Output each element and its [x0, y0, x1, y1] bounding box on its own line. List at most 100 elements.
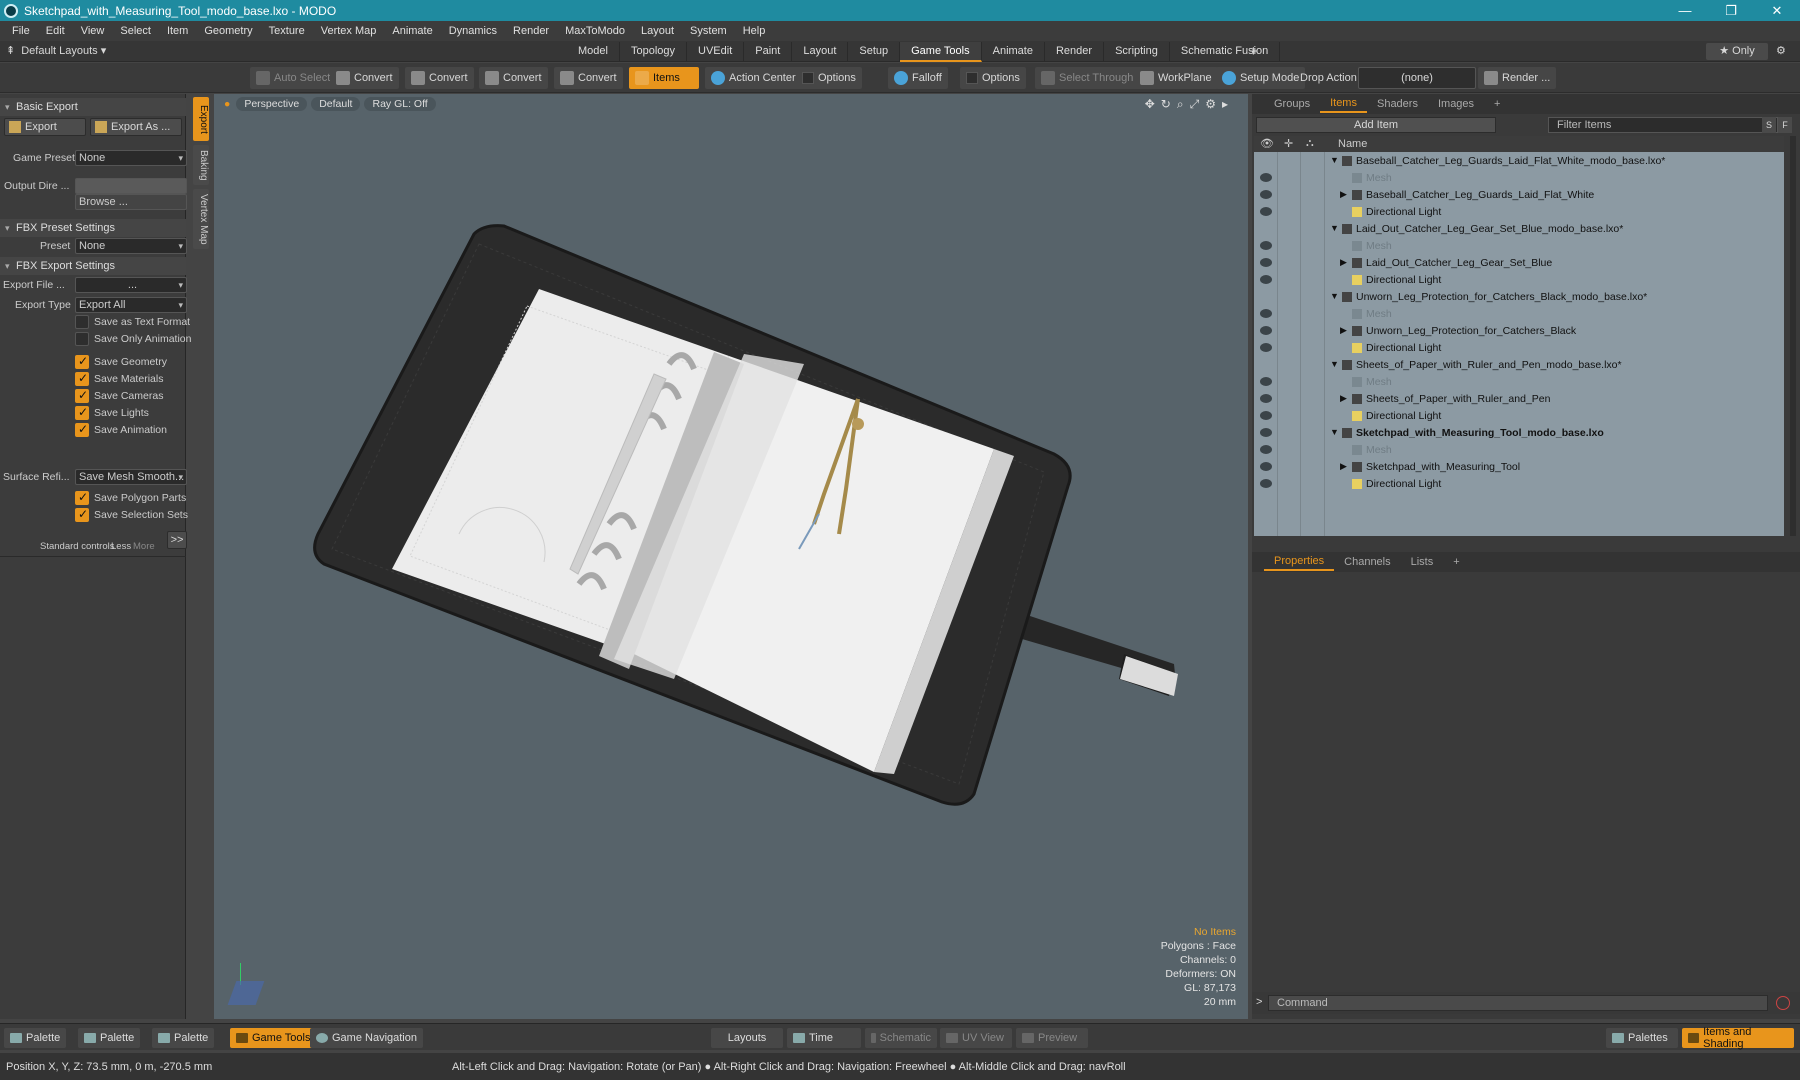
- menu-animate[interactable]: Animate: [384, 25, 440, 37]
- select-through-button[interactable]: Select Through: [1035, 67, 1140, 89]
- menu-edit[interactable]: Edit: [38, 25, 73, 37]
- menu-help[interactable]: Help: [735, 25, 774, 37]
- auto-select-button[interactable]: Auto Select: [250, 67, 337, 89]
- tree-row[interactable]: ▼ Unworn_Leg_Protection_for_Catchers_Blac…: [1254, 289, 1784, 306]
- time-button[interactable]: Time: [787, 1028, 861, 1048]
- palettes-button[interactable]: Palettes: [1606, 1028, 1678, 1048]
- tab-shaders[interactable]: Shaders: [1367, 96, 1428, 112]
- tree-row[interactable]: ▶ Laid_Out_Catcher_Leg_Gear_Set_Blue: [1254, 255, 1784, 272]
- tree-row[interactable]: Directional Light: [1254, 272, 1784, 289]
- tab-model[interactable]: Model: [567, 42, 620, 62]
- tab-images[interactable]: Images: [1428, 96, 1484, 112]
- tab-baking[interactable]: Baking: [193, 145, 209, 185]
- checkbox-save-animation[interactable]: [75, 422, 89, 437]
- visibility-eye-icon[interactable]: [1260, 241, 1272, 250]
- preset-dropdown[interactable]: None: [75, 238, 187, 254]
- tree-row[interactable]: ▼ Sheets_of_Paper_with_Ruler_and_Pen_modo…: [1254, 357, 1784, 374]
- filter-s-button[interactable]: S: [1762, 117, 1776, 133]
- visibility-eye-icon[interactable]: [1260, 326, 1272, 335]
- tab-groups[interactable]: Groups: [1264, 96, 1320, 112]
- visibility-eye-icon[interactable]: [1260, 173, 1272, 182]
- browse-button[interactable]: Browse ...: [75, 194, 187, 210]
- preview-button[interactable]: Preview: [1016, 1028, 1088, 1048]
- tab-schematic-fusion[interactable]: Schematic Fusion: [1170, 42, 1281, 62]
- expand-button[interactable]: >>: [167, 531, 187, 549]
- more-link[interactable]: More: [133, 541, 155, 552]
- convert-vertices-button[interactable]: Convert: [330, 67, 399, 89]
- visibility-eye-icon[interactable]: [1260, 377, 1272, 386]
- surface-refinement-dropdown[interactable]: Save Mesh Smooth...: [75, 469, 187, 485]
- close-button[interactable]: ✕: [1754, 0, 1800, 21]
- convert-items-button[interactable]: Convert: [554, 67, 623, 89]
- command-input[interactable]: Command: [1268, 995, 1768, 1011]
- visibility-eye-icon[interactable]: [1260, 309, 1272, 318]
- visibility-eye-icon[interactable]: [1260, 258, 1272, 267]
- tree-row[interactable]: Directional Light: [1254, 204, 1784, 221]
- tree-row[interactable]: ▶ Unworn_Leg_Protection_for_Catchers_Blac…: [1254, 323, 1784, 340]
- checkbox-save-only-animation[interactable]: [75, 332, 89, 346]
- tab-uvedit[interactable]: UVEdit: [687, 42, 745, 62]
- menu-texture[interactable]: Texture: [261, 25, 313, 37]
- minimize-button[interactable]: —: [1662, 0, 1708, 21]
- tab-channels[interactable]: Channels: [1334, 554, 1400, 570]
- game-tools-button[interactable]: Game Tools: [230, 1028, 317, 1048]
- tab-game-tools[interactable]: Game Tools: [900, 42, 982, 62]
- menu-vertex-map[interactable]: Vertex Map: [313, 25, 385, 37]
- checkbox-save-polygon-parts[interactable]: [75, 490, 89, 505]
- visibility-eye-icon[interactable]: [1260, 411, 1272, 420]
- tree-row[interactable]: Mesh: [1254, 238, 1784, 255]
- add-tab-button[interactable]: +: [1484, 96, 1510, 112]
- expand-arrow-icon[interactable]: ▶: [1340, 461, 1347, 472]
- expand-arrow-icon[interactable]: ▶: [1340, 257, 1347, 268]
- tab-properties[interactable]: Properties: [1264, 553, 1335, 571]
- item-tree-scrollbar[interactable]: [1790, 136, 1796, 536]
- checkbox-save-materials[interactable]: [75, 371, 89, 386]
- collapse-arrow-icon[interactable]: ▼: [1330, 223, 1339, 233]
- tree-row[interactable]: ▶ Baseball_Catcher_Leg_Guards_Laid_Flat_W…: [1254, 187, 1784, 204]
- collapse-arrow-icon[interactable]: ▼: [1330, 427, 1339, 437]
- uv-view-button[interactable]: UV View: [940, 1028, 1012, 1048]
- convert-edges-button[interactable]: Convert: [405, 67, 474, 89]
- expand-arrow-icon[interactable]: ▶: [1340, 393, 1347, 404]
- tree-row[interactable]: ▼ Sketchpad_with_Measuring_Tool_modo_base…: [1254, 425, 1784, 442]
- falloff-button[interactable]: Falloff: [888, 67, 948, 89]
- type-column-icon[interactable]: ⛬: [1306, 137, 1314, 150]
- action-center-options-button[interactable]: Options: [796, 67, 862, 89]
- checkbox-save-geometry[interactable]: [75, 354, 89, 369]
- filter-items-input[interactable]: Filter Items: [1548, 117, 1778, 133]
- checkbox-save-cameras[interactable]: [75, 388, 89, 403]
- tab-paint[interactable]: Paint: [744, 42, 793, 62]
- palette-button-3[interactable]: Palette: [152, 1028, 215, 1048]
- output-dir-field[interactable]: [75, 178, 187, 194]
- collapse-arrow-icon[interactable]: ▼: [1330, 291, 1339, 301]
- tree-row[interactable]: ▶ Sheets_of_Paper_with_Ruler_and_Pen: [1254, 391, 1784, 408]
- export-file-dropdown[interactable]: ...: [75, 277, 187, 293]
- tree-row[interactable]: ▼ Laid_Out_Catcher_Leg_Gear_Set_Blue_modo…: [1254, 221, 1784, 238]
- visibility-eye-icon[interactable]: [1260, 207, 1272, 216]
- options-checkbox[interactable]: [966, 72, 978, 84]
- menu-dynamics[interactable]: Dynamics: [441, 25, 505, 37]
- checkbox-save-as-text-format[interactable]: [75, 315, 89, 329]
- schematic-button[interactable]: Schematic: [865, 1028, 937, 1048]
- workplane-button[interactable]: WorkPlane: [1134, 67, 1218, 89]
- expand-arrow-icon[interactable]: ▶: [1340, 325, 1347, 336]
- tree-row[interactable]: Mesh: [1254, 442, 1784, 459]
- tab-export[interactable]: Export: [193, 97, 209, 141]
- visibility-column-icon[interactable]: 👁: [1260, 137, 1274, 150]
- tab-layout[interactable]: Layout: [792, 42, 849, 62]
- default-layouts-dropdown[interactable]: ⇞ Default Layouts ▾: [6, 44, 106, 57]
- tab-lists[interactable]: Lists: [1401, 554, 1444, 570]
- tree-row[interactable]: Directional Light: [1254, 476, 1784, 493]
- tree-row[interactable]: Mesh: [1254, 374, 1784, 391]
- tab-render[interactable]: Render: [1045, 42, 1105, 62]
- expand-arrow-icon[interactable]: ▶: [1340, 189, 1347, 200]
- fbx-preset-settings-section[interactable]: FBX Preset Settings: [0, 219, 186, 237]
- items-mode-button[interactable]: Items: [629, 67, 699, 89]
- visibility-eye-icon[interactable]: [1260, 462, 1272, 471]
- export-as-button[interactable]: Export As ...: [90, 118, 182, 136]
- palette-button-1[interactable]: Palette: [4, 1028, 67, 1048]
- name-column-header[interactable]: Name: [1338, 138, 1367, 150]
- collapse-arrow-icon[interactable]: ▼: [1330, 155, 1339, 165]
- tab-scripting[interactable]: Scripting: [1104, 42, 1170, 62]
- tab-setup[interactable]: Setup: [848, 42, 901, 62]
